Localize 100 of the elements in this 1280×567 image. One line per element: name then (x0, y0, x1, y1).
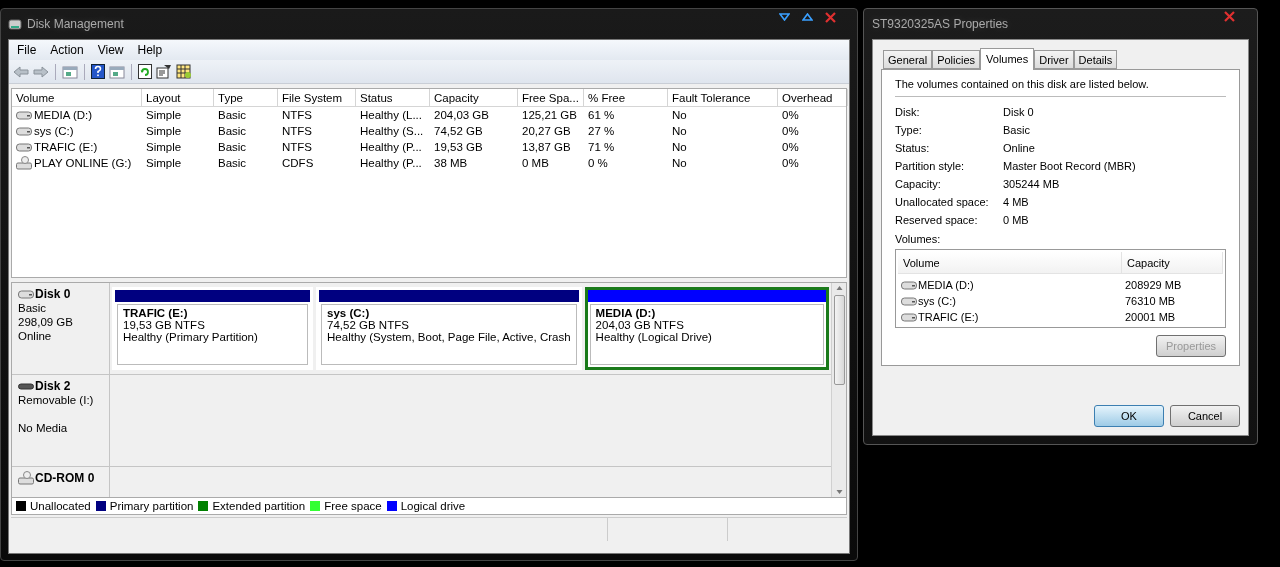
window-title: Disk Management (27, 17, 124, 31)
column-header[interactable]: File System (278, 89, 356, 106)
disk-list-icon[interactable] (176, 64, 192, 79)
table-cell-text: 19,53 GB (433, 141, 484, 153)
column-header[interactable]: Free Spa... (518, 89, 584, 106)
column-header[interactable]: % Free (584, 89, 668, 106)
tab[interactable]: Details (1073, 50, 1118, 69)
table-cell-text: No (671, 141, 688, 153)
disk-info: Basic (18, 301, 47, 315)
field-label: Partition style: (895, 160, 966, 172)
ok-button[interactable]: OK (1094, 405, 1164, 427)
partition-block[interactable]: TRAFIC (E:) 19,53 GB NTFS Healthy (Primary Partition) (112, 287, 314, 370)
table-cell-text: 38 MB (433, 157, 469, 169)
disk-name: Disk 2 (35, 379, 71, 393)
legend-label: Logical drive (400, 500, 466, 512)
column-header[interactable]: Capacity (430, 89, 518, 106)
partition-block[interactable]: sys (C:) 74,52 GB NTFS Healthy (System, Boot, Page File, Active, Crash (316, 287, 582, 370)
column-header[interactable]: Type (214, 89, 278, 106)
scroll-down-arrow-icon[interactable] (835, 487, 843, 497)
scroll-up-arrow-icon[interactable] (835, 283, 843, 293)
table-cell-text: Healthy (S... (359, 125, 425, 137)
menu-item[interactable]: File (11, 42, 43, 58)
table-cell-text: 125,21 GB (521, 109, 578, 121)
column-header[interactable]: Status (356, 89, 430, 106)
column-header[interactable]: Capacity (1122, 252, 1223, 273)
tab[interactable]: Driver (1034, 50, 1074, 69)
table-cell-text: Basic (217, 141, 248, 153)
partition-block[interactable]: MEDIA (D:) 204,03 GB NTFS Healthy (Logical Drive) (584, 287, 829, 370)
field-label: Type: (895, 124, 923, 136)
cancel-button[interactable]: Cancel (1170, 405, 1240, 427)
table-cell-text: NTFS (281, 125, 314, 137)
partition-name: sys (C:) (327, 307, 371, 319)
properties-icon[interactable] (156, 64, 172, 79)
table-cell-text: 0% (781, 125, 800, 137)
drive-icon (901, 296, 917, 306)
column-header[interactable]: Volume (12, 89, 142, 106)
tab[interactable]: General (883, 50, 933, 69)
partition-name: MEDIA (D:) (595, 307, 657, 319)
refresh-icon[interactable] (138, 64, 152, 79)
partition-size: 74,52 GB NTFS (327, 319, 410, 331)
table-cell-text: Simple (145, 157, 183, 169)
minimize-icon[interactable] (779, 13, 790, 21)
help-icon[interactable] (91, 64, 105, 79)
intro-text: The volumes contained on this disk are listed below. (895, 78, 1226, 97)
table-cell-text: 204,03 GB (433, 109, 490, 121)
legend-label: Free space (324, 500, 382, 512)
list-cell: TRAFIC (E:) (918, 311, 979, 323)
column-header[interactable]: Fault Tolerance (668, 89, 778, 106)
disk-info: Online (18, 329, 52, 343)
table-cell-text: 0 MB (521, 157, 550, 169)
table-cell-text: No (671, 125, 688, 137)
list-cell-text: 20001 MB (1124, 311, 1177, 323)
menu-item[interactable]: Help (131, 42, 169, 58)
column-header[interactable]: Overhead (778, 89, 848, 106)
table-cell-text: Basic (217, 157, 248, 169)
tab[interactable]: Policies (932, 50, 981, 69)
list-cell-text: 208929 MB (1124, 279, 1183, 291)
table-cell-text: Healthy (P... (359, 157, 423, 169)
table-cell-text: NTFS (281, 109, 314, 121)
menu-item[interactable]: View (91, 42, 130, 58)
field-label: Status: (895, 142, 931, 154)
table-cell: sys (C:) (34, 125, 74, 137)
disc-drive-icon (18, 471, 34, 485)
removable-drive-icon (18, 382, 34, 390)
field-label: Reserved space: (895, 214, 979, 226)
disk-name: CD-ROM 0 (35, 471, 95, 485)
field-value: Disk 0 (1003, 106, 1035, 118)
scrollbar[interactable] (831, 283, 846, 497)
tab[interactable]: Volumes (980, 48, 1035, 70)
forward-arrow-icon[interactable] (33, 64, 49, 79)
table-cell-text: No (671, 109, 688, 121)
table-cell-text: 20,27 GB (521, 125, 572, 137)
disk-name: Disk 0 (35, 287, 71, 301)
menu-item[interactable]: Action (44, 42, 90, 58)
back-arrow-icon[interactable] (13, 64, 29, 79)
field-value: Basic (1003, 124, 1031, 136)
table-cell: MEDIA (D:) (34, 109, 93, 121)
close-icon[interactable] (1224, 10, 1235, 22)
table-cell-text: Simple (145, 125, 183, 137)
disc-drive-icon (16, 156, 32, 170)
field-label: Capacity: (895, 178, 942, 190)
partition-status: Healthy (Logical Drive) (595, 331, 713, 343)
console-tree-icon[interactable] (62, 64, 78, 79)
table-cell-text: 61 % (587, 109, 616, 121)
table-cell-text: CDFS (281, 157, 315, 169)
table-cell-text: Healthy (P... (359, 141, 423, 153)
field-label: Unallocated space: (895, 196, 990, 208)
field-value: Master Boot Record (MBR) (1003, 160, 1137, 172)
legend-label: Unallocated (30, 500, 91, 512)
table-cell: PLAY ONLINE (G:) (34, 157, 132, 169)
maximize-icon[interactable] (802, 13, 813, 21)
drive-icon (901, 312, 917, 322)
column-header[interactable]: Volume (898, 252, 1122, 273)
legend-label: Primary partition (109, 500, 194, 512)
table-cell-text: NTFS (281, 141, 314, 153)
list-cell: sys (C:) (918, 295, 956, 307)
volumes-label: Volumes: (895, 233, 942, 245)
close-icon[interactable] (825, 11, 836, 23)
column-header[interactable]: Layout (142, 89, 214, 106)
drive-icon (18, 289, 34, 299)
